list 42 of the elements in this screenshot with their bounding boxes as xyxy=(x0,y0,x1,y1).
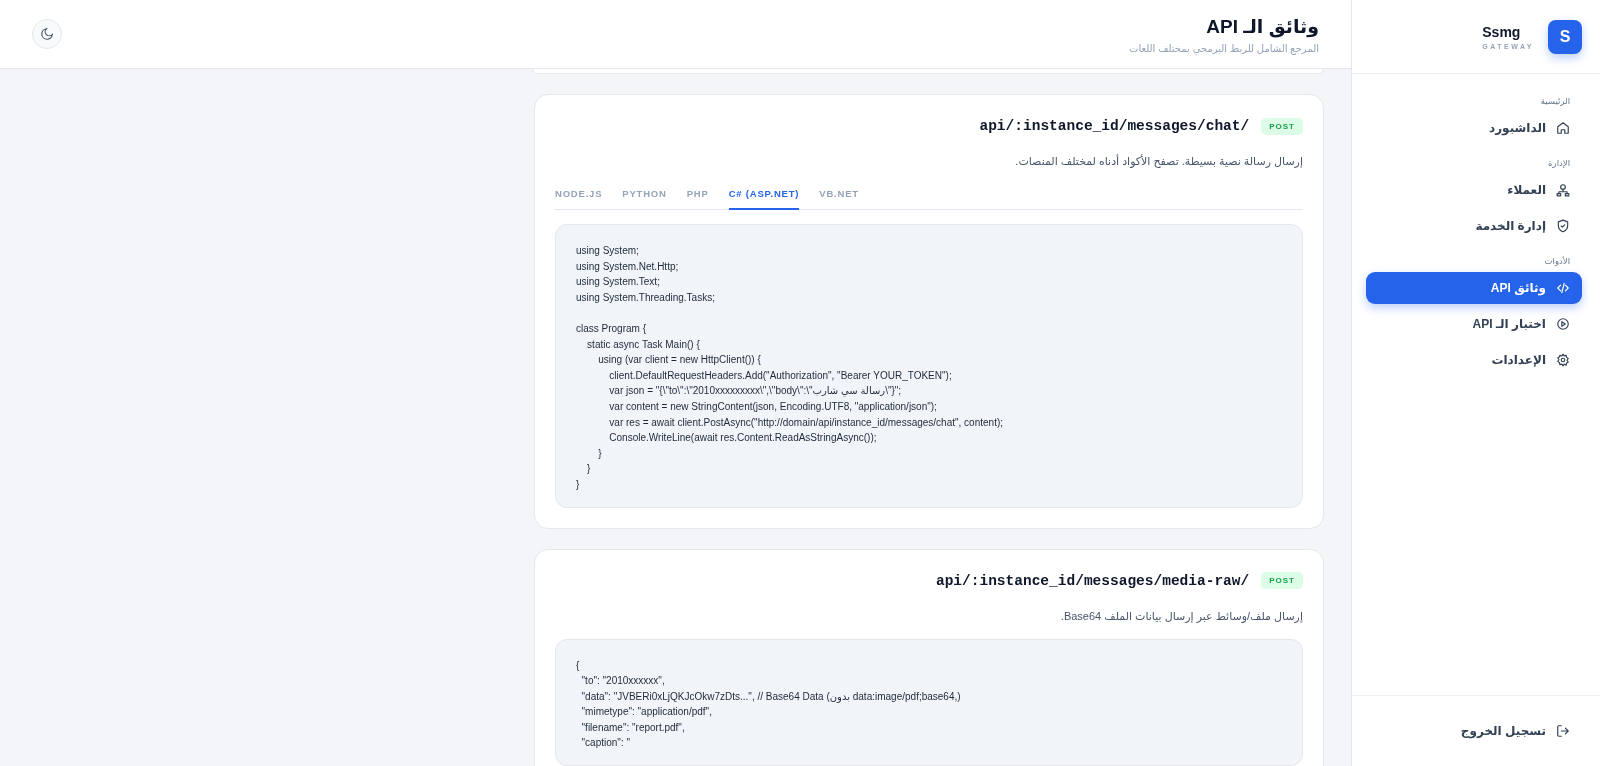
code-line: using System.Net.Http; xyxy=(576,259,680,274)
logout-link[interactable]: تسجيل الخروج xyxy=(1460,724,1570,738)
nav-item[interactable]: وثائق API xyxy=(1366,272,1582,304)
brand-name: Ssmg xyxy=(1482,23,1522,40)
code-line: using System; xyxy=(576,244,640,258)
method-badge: POST xyxy=(1261,117,1303,135)
code-line: "caption": " xyxy=(580,736,631,751)
endpoint-path: api/:instance_id/messages/media-raw/ xyxy=(935,572,1250,589)
code-line: } xyxy=(586,462,592,477)
code-line: using System.Text; xyxy=(576,275,661,290)
endpoint-description: إرسال رسالة نصية بسيطة. تصفح الأكواد أدناه لمختلف المنصات. xyxy=(1014,155,1303,168)
code-line: static async Task Main() { xyxy=(586,337,701,352)
page-subtitle: المرجع الشامل للربط البرمجي بمختلف اللغات xyxy=(1128,42,1319,54)
code-line: { xyxy=(576,658,581,673)
code-line: "data": "JVBERi0xLjQKJcOkw7zDts...", // Base64 Data (بدون data:image/pdf;base64,) xyxy=(580,689,962,705)
nav-item[interactable]: الداشبورد xyxy=(1366,112,1582,144)
nav-item[interactable]: العملاء xyxy=(1366,174,1582,206)
language-tab[interactable]: C# (ASP.NET) xyxy=(728,184,800,210)
code-line: } xyxy=(597,446,603,461)
code-line: client.DefaultRequestHeaders.Add("Authorization", "Bearer YOUR_TOKEN"); xyxy=(608,368,953,383)
nav-section-title: الإدارة xyxy=(1547,157,1571,170)
code-line: class Program { xyxy=(576,321,648,336)
code-line: var content = new StringContent(json, Encoding.UTF8, "application/json"); xyxy=(608,399,938,414)
code-line: "filename": "report.pdf", xyxy=(580,720,686,735)
code-line: "to": "2010xxxxxx", xyxy=(580,674,666,689)
nav-section-title: الأدوات xyxy=(1543,255,1571,268)
code-line: } xyxy=(576,477,581,492)
nav-item[interactable]: اختبار الـ API xyxy=(1366,308,1582,340)
endpoint-description: إرسال ملف/وسائط عبر إرسال بيانات الملف Base64. xyxy=(1059,609,1303,623)
code-line: using (var client = new HttpClient()) { xyxy=(597,353,762,368)
code-line: using System.Threading.Tasks; xyxy=(576,290,716,305)
logo-badge: S xyxy=(1548,19,1582,54)
method-badge: POST xyxy=(1261,572,1303,589)
code-line: Console.WriteLine(await res.Content.ReadAsStringAsync()); xyxy=(608,431,878,446)
nav-section-title: الرئيسية xyxy=(1539,95,1571,108)
page-title: وثائق الـ API xyxy=(1205,14,1319,38)
code-line: var res = await client.PostAsync("http://domain/api/instance_id/messages/chat", content); xyxy=(608,415,1005,430)
endpoint-path: api/:instance_id/messages/chat/ xyxy=(979,118,1250,134)
code-line: var json = "{\"to\":\"2010xxxxxxxxx\",\"body\":\"رسالة سي شارب\"}"; xyxy=(608,384,903,399)
code-line: "mimetype": "application/pdf", xyxy=(580,705,713,720)
nav-item[interactable]: إدارة الخدمة xyxy=(1366,210,1582,242)
nav-item[interactable]: الإعدادات xyxy=(1366,344,1582,376)
